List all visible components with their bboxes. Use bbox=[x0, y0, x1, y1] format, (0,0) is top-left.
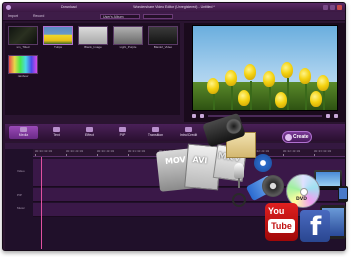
media-clip[interactable]: Tulips bbox=[43, 26, 73, 50]
track-label-video: Video bbox=[17, 169, 25, 173]
tulip bbox=[225, 70, 237, 86]
track-label-pip: PIP bbox=[17, 193, 22, 197]
clip-thumbnail bbox=[8, 55, 38, 74]
library-toolbar: Import Record User's Album bbox=[3, 12, 345, 21]
text-icon bbox=[53, 127, 60, 132]
media-clip[interactable]: rainbow bbox=[8, 55, 38, 79]
tulip bbox=[275, 92, 287, 108]
time-marker: 00:00:20:00 bbox=[66, 150, 84, 153]
preview-screen bbox=[192, 25, 338, 111]
clip-caption: rainbow bbox=[17, 74, 29, 78]
create-button[interactable]: Create bbox=[282, 131, 312, 143]
clip-caption: Blank_Image bbox=[84, 45, 102, 49]
media-clip[interactable]: Light_Purple bbox=[113, 26, 143, 50]
tulip bbox=[310, 91, 322, 107]
microphone-icon bbox=[234, 163, 244, 179]
effect-icon bbox=[86, 127, 93, 132]
media-clip[interactable]: Blank2_Video bbox=[148, 26, 178, 50]
create-label: Create bbox=[293, 134, 309, 140]
stop-icon[interactable] bbox=[200, 114, 204, 118]
window-controls bbox=[323, 5, 342, 10]
clip-thumbnail bbox=[148, 26, 178, 45]
tab-label: PIP bbox=[119, 133, 126, 137]
tab-label: Transition bbox=[147, 133, 164, 137]
pip-icon bbox=[119, 127, 126, 132]
time-marker: 00:03:00:00 bbox=[314, 150, 332, 153]
preview-panel bbox=[184, 23, 345, 122]
facebook-icon: f bbox=[300, 210, 330, 242]
tulip bbox=[244, 64, 256, 80]
phone-icon bbox=[338, 186, 348, 202]
youtube-you-text: You bbox=[268, 206, 285, 216]
tab-label: Intro/Credit bbox=[179, 133, 198, 137]
record-button[interactable]: Record bbox=[33, 12, 44, 21]
tulip bbox=[299, 68, 311, 84]
album-select[interactable]: User's Album bbox=[100, 14, 140, 19]
camera-lens-icon bbox=[224, 116, 244, 136]
clip-caption: Light_Purple bbox=[119, 45, 137, 49]
settings-icon bbox=[254, 154, 272, 172]
time-marker: 00:01:00:00 bbox=[128, 150, 146, 153]
time-marker: 00:02:40:00 bbox=[283, 150, 301, 153]
maximize-button[interactable] bbox=[330, 5, 335, 10]
scissors-icon bbox=[232, 193, 246, 207]
tab-label: Text bbox=[53, 133, 60, 137]
tulip bbox=[207, 78, 219, 94]
close-button[interactable] bbox=[337, 5, 342, 10]
import-button[interactable]: Import bbox=[8, 12, 18, 21]
clip-thumbnail bbox=[8, 26, 38, 45]
tab-label: Media bbox=[18, 133, 29, 137]
tulip bbox=[263, 71, 275, 87]
clip-thumbnail bbox=[113, 26, 143, 45]
media-clip[interactable]: Blank_Image bbox=[78, 26, 108, 50]
download-link[interactable]: Download bbox=[61, 3, 77, 12]
time-marker: 00:00:40:00 bbox=[97, 150, 115, 153]
youtube-tube-text: Tube bbox=[268, 219, 295, 233]
clip-caption: sm_Titled bbox=[16, 45, 30, 49]
track-label-music: Music bbox=[17, 206, 25, 210]
avi-label: AVI bbox=[192, 155, 208, 166]
youtube-icon: You Tube bbox=[265, 203, 298, 241]
dvd-label: DVD bbox=[296, 197, 307, 202]
tab-intro-credit[interactable]: Intro/Credit bbox=[174, 126, 203, 139]
media-icon bbox=[20, 127, 27, 132]
title-bar: Wondershare Video Editor (Unregistered) … bbox=[3, 3, 345, 12]
tulip bbox=[317, 75, 329, 91]
microphone-stand-icon bbox=[238, 178, 240, 188]
minimize-button[interactable] bbox=[323, 5, 328, 10]
tab-label: Effect bbox=[85, 133, 94, 137]
clip-caption: Tulips bbox=[54, 45, 62, 49]
clip-caption: Blank2_Video bbox=[153, 45, 173, 49]
fullscreen-icon[interactable] bbox=[334, 114, 338, 118]
film-reel-icon bbox=[262, 175, 284, 197]
tab-media[interactable]: Media bbox=[9, 126, 38, 139]
play-icon[interactable] bbox=[192, 114, 196, 118]
create-icon bbox=[285, 134, 292, 141]
intro-credit-icon bbox=[185, 127, 192, 132]
tab-transition[interactable]: Transition bbox=[141, 126, 170, 139]
volume-icon[interactable] bbox=[326, 114, 330, 118]
tab-text[interactable]: Text bbox=[42, 126, 71, 139]
playback-controls bbox=[192, 113, 338, 119]
tab-effect[interactable]: Effect bbox=[75, 126, 104, 139]
clip-thumbnail bbox=[78, 26, 108, 45]
transition-icon bbox=[152, 127, 159, 132]
mov-label: MOV bbox=[164, 154, 187, 167]
media-library: sm_Titled Tulips Blank_Image Light_Purpl… bbox=[5, 23, 180, 115]
facebook-letter: f bbox=[310, 212, 322, 242]
clip-thumbnail bbox=[43, 26, 73, 45]
tulip bbox=[238, 90, 250, 106]
time-marker: 00:00:00:00 bbox=[35, 150, 53, 153]
media-clip[interactable]: sm_Titled bbox=[8, 26, 38, 50]
tulip bbox=[281, 62, 293, 78]
search-input[interactable] bbox=[143, 14, 173, 19]
window-title: Wondershare Video Editor (Unregistered) … bbox=[133, 5, 215, 9]
playhead[interactable] bbox=[41, 157, 42, 249]
tab-pip[interactable]: PIP bbox=[108, 126, 137, 139]
